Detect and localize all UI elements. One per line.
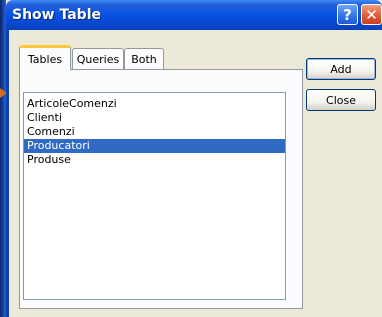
list-item[interactable]: Clienti	[24, 111, 285, 125]
show-table-dialog: Show Table ? ✕ Tables Queries Both Artic…	[6, 0, 382, 317]
add-button-label: Add	[330, 62, 352, 76]
tab-label: Tables	[27, 52, 63, 66]
tab-queries[interactable]: Queries	[72, 48, 124, 69]
close-button[interactable]: Close	[306, 89, 376, 111]
tab-label: Queries	[76, 52, 120, 66]
help-icon: ?	[343, 5, 352, 24]
tables-listbox[interactable]: ArticoleComenzi Clienti Comenzi Producat…	[23, 92, 286, 300]
dialog-title: Show Table	[12, 7, 101, 23]
tab-tables[interactable]: Tables	[19, 45, 71, 70]
close-icon: ✕	[365, 5, 378, 24]
close-window-button[interactable]: ✕	[361, 4, 382, 25]
title-bar[interactable]: Show Table ? ✕	[6, 0, 382, 30]
tab-both[interactable]: Both	[124, 48, 164, 69]
list-item-selected[interactable]: Producatori	[24, 139, 285, 153]
list-item[interactable]: Comenzi	[24, 125, 285, 139]
add-button[interactable]: Add	[306, 58, 376, 80]
list-item[interactable]: Produse	[24, 153, 285, 167]
list-item[interactable]: ArticoleComenzi	[24, 97, 285, 111]
help-button[interactable]: ?	[337, 4, 358, 25]
close-button-label: Close	[326, 93, 356, 107]
tab-label: Both	[131, 52, 157, 66]
